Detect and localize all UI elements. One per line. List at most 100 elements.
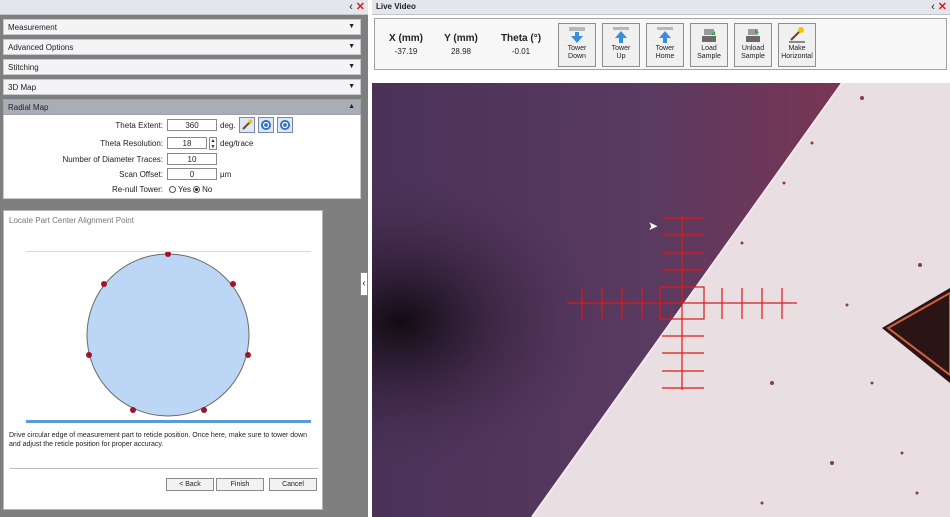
renull-yes-radio[interactable] — [169, 185, 176, 193]
make-horizontal-icon — [789, 27, 805, 43]
section-advanced-options[interactable]: Advanced Options ▼ — [3, 39, 361, 55]
close-icon[interactable]: ✕ — [356, 1, 365, 13]
section-label: Stitching — [8, 63, 39, 72]
load-sample-line1: Load — [701, 45, 717, 52]
live-video-titlebar: Live Video ‹ ✕ — [372, 0, 950, 15]
section-stitching[interactable]: Stitching ▼ — [3, 59, 361, 75]
tower-down-icon — [569, 27, 585, 43]
diameter-traces-input[interactable]: 10 — [167, 153, 217, 165]
cancel-button[interactable]: Cancel — [269, 478, 317, 491]
theta-extent-row: Theta Extent: 360 deg. — [4, 117, 293, 133]
dialog-title: Locate Part Center Alignment Point — [9, 216, 134, 225]
section-measurement[interactable]: Measurement ▼ — [3, 19, 361, 35]
close-icon[interactable]: ✕ — [938, 1, 947, 13]
renull-yes-label: Yes — [178, 184, 192, 194]
theta-resolution-row: Theta Resolution: 18 ▲ ▼ deg/trace — [4, 136, 253, 150]
tower-home-icon — [657, 27, 673, 43]
collapse-panel-handle[interactable]: ‹ — [360, 272, 368, 296]
scan-offset-label: Scan Offset: — [119, 169, 163, 179]
divider — [10, 468, 318, 469]
y-readout: Y (mm) 28.98 — [433, 33, 489, 56]
y-value: 28.98 — [450, 47, 472, 56]
theta-resolution-unit: deg/trace — [220, 138, 254, 148]
section-label: Advanced Options — [8, 43, 74, 52]
x-label: X (mm) — [389, 33, 423, 44]
load-sample-icon — [702, 29, 716, 42]
theta-label: Theta (°) — [500, 33, 542, 44]
renull-no-label: No — [202, 184, 213, 194]
tower-up-icon — [613, 27, 629, 43]
circle-diagram — [86, 251, 251, 417]
y-label: Y (mm) — [444, 33, 478, 44]
section-3d-map[interactable]: 3D Map ▼ — [3, 79, 361, 95]
wand-icon[interactable] — [238, 117, 255, 133]
chevron-left-icon[interactable]: ‹ — [931, 1, 935, 13]
left-panel-controls: ‹ ✕ — [346, 1, 365, 13]
tower-down-line2: Down — [568, 53, 586, 60]
live-video-feed[interactable]: ➤ — [372, 83, 950, 517]
edge-marker — [86, 352, 92, 358]
unload-sample-line1: Unload — [741, 45, 765, 52]
diameter-traces-label: Number of Diameter Traces: — [62, 154, 163, 164]
shadow-region — [372, 83, 950, 517]
theta-extent-input[interactable]: 360 — [167, 119, 217, 131]
chevron-up-icon: ▲ — [348, 103, 355, 110]
section-label: Measurement — [8, 23, 57, 32]
tower-home-button[interactable]: Tower Home — [646, 23, 684, 67]
live-video-controls: ‹ ✕ — [928, 1, 947, 13]
section-radial-map[interactable]: Radial Map ▲ — [3, 99, 361, 115]
part-circle — [86, 253, 250, 417]
tower-down-line1: Tower — [567, 45, 587, 52]
tower-up-button[interactable]: Tower Up — [602, 23, 640, 67]
theta-resolution-input[interactable]: 18 — [167, 137, 207, 149]
finish-button[interactable]: Finish — [216, 478, 264, 491]
theta-resolution-label: Theta Resolution: — [100, 138, 163, 148]
stepper-icon[interactable]: ▲ ▼ — [209, 136, 217, 150]
scan-offset-input[interactable]: 0 — [167, 168, 217, 180]
scan-offset-row: Scan Offset: 0 µm — [4, 167, 231, 181]
x-readout: X (mm) -37.19 — [378, 33, 434, 56]
load-sample-line2: Sample — [697, 53, 721, 60]
make-horizontal-line1: Make — [788, 45, 806, 52]
edge-marker — [130, 407, 136, 413]
theta-value: -0.01 — [511, 47, 531, 56]
x-value: -37.19 — [394, 47, 418, 56]
rotate-cw-icon[interactable] — [276, 117, 293, 133]
unload-sample-icon — [746, 29, 760, 42]
dialog-instruction: Drive circular edge of measurement part … — [9, 432, 308, 448]
scan-offset-unit: µm — [220, 169, 232, 179]
chevron-down-icon: ▼ — [348, 63, 355, 70]
theta-extent-unit: deg. — [220, 120, 236, 130]
tower-home-line1: Tower — [655, 45, 675, 52]
unload-sample-button[interactable]: Unload Sample — [734, 23, 772, 67]
make-horizontal-line2: Horizontal — [781, 53, 813, 60]
tower-down-button[interactable]: Tower Down — [558, 23, 596, 67]
video-image — [372, 83, 950, 517]
panel-title: Live Video — [376, 2, 416, 11]
chevron-down-icon: ▼ — [348, 23, 355, 30]
section-label: Radial Map — [8, 103, 49, 112]
theta-extent-label: Theta Extent: — [115, 120, 163, 130]
left-panel: ‹ ✕ Measurement ▼ Advanced Options ▼ Stit… — [0, 0, 368, 517]
unload-sample-line2: Sample — [741, 53, 765, 60]
edge-marker — [201, 407, 207, 413]
rotate-ccw-icon[interactable] — [257, 117, 274, 133]
back-button[interactable]: < Back — [166, 478, 214, 491]
chevron-down-icon: ▼ — [348, 83, 355, 90]
theta-readout: Theta (°) -0.01 — [493, 33, 549, 56]
tower-home-line2: Home — [655, 53, 675, 60]
edge-marker — [245, 352, 251, 358]
load-sample-button[interactable]: Load Sample — [690, 23, 728, 67]
renull-label: Re-null Tower: — [112, 184, 163, 194]
chevron-left-icon[interactable]: ‹ — [349, 1, 353, 13]
mouse-cursor-icon: ➤ — [648, 219, 659, 233]
renull-no-radio[interactable] — [193, 185, 201, 193]
alignment-diagram — [26, 251, 311, 423]
diameter-traces-row: Number of Diameter Traces: 10 — [4, 152, 217, 166]
edge-marker — [101, 281, 107, 287]
make-horizontal-button[interactable]: Make Horizontal — [778, 23, 816, 67]
tower-up-line2: Up — [616, 53, 626, 60]
tower-up-line1: Tower — [611, 45, 631, 52]
chevron-left-icon: ‹ — [362, 278, 366, 289]
renull-row: Re-null Tower: Yes No — [4, 182, 212, 196]
